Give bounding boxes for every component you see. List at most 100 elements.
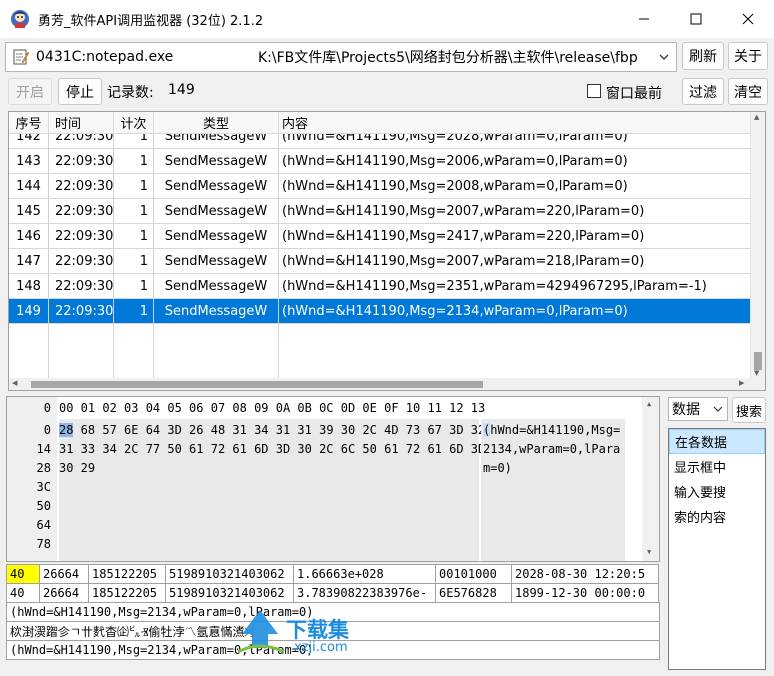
hex-column-header: 00 01 02 03 04 05 06 07 08 09 0A 0B 0C 0…: [59, 401, 486, 415]
vertical-scroll-thumb[interactable]: [754, 352, 762, 370]
grid-cell[interactable]: 1.66663e+028: [293, 564, 436, 584]
grid-row: 40 26664 185122205 5198910321403062 3.78…: [6, 583, 659, 603]
table-row[interactable]: 143 22:09:30 1 SendMessageW (hWnd=&H141190,M…: [9, 149, 751, 174]
table-cell-id: 144: [9, 174, 49, 198]
table-cell-content: (hWnd=&H141190,Msg=2006,wParam=0,lParam=…: [282, 153, 628, 169]
hex-bytes[interactable]: 28 68 57 6E 64 3D 26 48 31 34 31 31 39 3…: [59, 419, 485, 561]
table-cell-type: SendMessageW: [154, 274, 279, 298]
scroll-down-icon[interactable]: ▼: [647, 549, 651, 556]
scroll-up-icon[interactable]: ▲: [647, 401, 651, 408]
column-header-time[interactable]: 时间: [49, 112, 114, 133]
ascii-text: hWnd=&H141190,Msg=2134,wParam=0,lParam=0…: [483, 423, 621, 475]
table-cell-time: 22:09:30: [49, 299, 114, 323]
hex-offset-column: 0 0 14 28 3C 50 64 78: [7, 397, 57, 561]
table-cell-id: 149: [9, 299, 49, 323]
search-mode-select[interactable]: 数据: [668, 397, 728, 421]
hex-ascii-panel[interactable]: (hWnd=&H141190,Msg=2134,wParam=0,lParam=…: [481, 419, 625, 561]
table-cell-id: 145: [9, 199, 49, 223]
maximize-icon: [690, 13, 702, 25]
grid-cell[interactable]: 5198910321403062: [165, 564, 294, 584]
grid-cell[interactable]: 2028-08-30 12:20:5: [511, 564, 659, 584]
table-cell-count: 1: [114, 299, 154, 323]
grid-cell[interactable]: 185122205: [88, 583, 166, 603]
column-header-count[interactable]: 计次: [114, 112, 154, 133]
table-cell-content: (hWnd=&H141190,Msg=2417,wParam=220,lPara…: [282, 228, 645, 244]
hex-offset: 50: [36, 499, 51, 513]
search-button[interactable]: 搜索: [732, 397, 766, 423]
table-cell-count: 1: [114, 199, 154, 223]
table-cell-count: 1: [114, 274, 154, 298]
table-row[interactable]: 146 22:09:30 1 SendMessageW (hWnd=&H141190,M…: [9, 224, 751, 249]
topmost-checkbox[interactable]: [587, 84, 601, 98]
table-cell-type: SendMessageW: [154, 299, 279, 323]
grid-cell[interactable]: 26664: [39, 564, 89, 584]
grid-cell[interactable]: 00101000: [435, 564, 512, 584]
table-cell-id: 148: [9, 274, 49, 298]
process-path: K:\FB文件库\Projects5\网络封包分析器\主软件\release\f…: [258, 50, 638, 66]
column-header-id[interactable]: 序号: [9, 112, 49, 133]
scroll-up-icon[interactable]: ▲: [754, 114, 759, 121]
grid-cell[interactable]: 6E576828: [435, 583, 512, 603]
hex-offset: 3C: [36, 480, 51, 494]
hex-offset: 64: [36, 518, 51, 532]
watermark-subtitle: xzji.com: [294, 640, 348, 655]
about-button[interactable]: 关于: [728, 42, 768, 70]
api-call-table[interactable]: 142 22:09:30 1 SendMessageW (hWnd=&H141190,M…: [8, 111, 766, 391]
grid-cell[interactable]: 26664: [39, 583, 89, 603]
table-cell-content: (hWnd=&H141190,Msg=2134,wParam=0,lParam=…: [282, 303, 628, 319]
process-name: 0431C:notepad.exe: [36, 49, 174, 65]
record-count-label: 记录数:: [107, 85, 154, 101]
table-horizontal-scrollbar[interactable]: ◀ ▶: [9, 378, 765, 390]
table-cell-time: 22:09:30: [49, 249, 114, 273]
search-hint-line: 索的内容: [674, 511, 727, 526]
table-cell-content: (hWnd=&H141190,Msg=2351,wParam=429496729…: [282, 278, 707, 294]
hex-selected-byte[interactable]: 28: [59, 423, 74, 437]
close-icon: [742, 13, 754, 25]
scroll-right-icon[interactable]: ▶: [739, 380, 744, 387]
table-cell-time: 22:09:30: [49, 274, 114, 298]
column-header-content[interactable]: 内容: [279, 112, 751, 133]
grid-cell[interactable]: 185122205: [88, 564, 166, 584]
table-row[interactable]: 145 22:09:30 1 SendMessageW (hWnd=&H141190,M…: [9, 199, 751, 224]
clear-button[interactable]: 清空: [728, 78, 768, 105]
start-button[interactable]: 开启: [8, 78, 52, 105]
hex-vertical-scrollbar[interactable]: ▲ ▼: [642, 397, 659, 561]
table-cell-time: 22:09:30: [49, 174, 114, 198]
hex-offset: 0: [43, 423, 51, 437]
process-select[interactable]: 0431C:notepad.exe K:\FB文件库\Projects5\网络封…: [5, 42, 677, 72]
refresh-button[interactable]: 刷新: [682, 42, 724, 70]
grid-cell[interactable]: 40: [6, 583, 40, 603]
table-row[interactable]: 144 22:09:30 1 SendMessageW (hWnd=&H141190,M…: [9, 174, 751, 199]
search-hint-line: 在各数据: [669, 429, 765, 454]
close-button[interactable]: [722, 0, 774, 38]
table-cell-content: (hWnd=&H141190,Msg=2007,wParam=218,lPara…: [282, 253, 645, 269]
hex-line: 68 57 6E 64 3D 26 48 31 34 31 31 39 30 2…: [73, 423, 486, 437]
hex-viewer[interactable]: 0 0 14 28 3C 50 64 78 00 01 02 03 04 05 …: [6, 396, 660, 562]
scroll-down-icon[interactable]: ▼: [754, 370, 759, 377]
table-cell-id: 143: [9, 149, 49, 173]
chevron-down-icon: [713, 406, 723, 412]
maximize-button[interactable]: [670, 0, 722, 38]
table-cell-type: SendMessageW: [154, 149, 279, 173]
table-row[interactable]: 148 22:09:30 1 SendMessageW (hWnd=&H141190,M…: [9, 274, 751, 299]
search-hint-line: 显示框中: [674, 461, 727, 476]
notepad-icon: [13, 49, 30, 65]
search-input[interactable]: 在各数据 显示框中 输入要搜 索的内容: [668, 428, 766, 670]
minimize-button[interactable]: [618, 0, 670, 38]
scroll-left-icon[interactable]: ◀: [12, 380, 17, 387]
table-row[interactable]: 147 22:09:30 1 SendMessageW (hWnd=&H141190,M…: [9, 249, 751, 274]
hex-line: 31 33 34 2C 77 50 61 72 61 6D 3D 30 2C 6…: [59, 442, 486, 456]
table-vertical-scrollbar[interactable]: ▲ ▼: [750, 112, 765, 380]
stop-button[interactable]: 停止: [58, 78, 102, 105]
grid-cell[interactable]: 5198910321403062: [165, 583, 294, 603]
table-cell-time: 22:09:30: [49, 199, 114, 223]
grid-cell[interactable]: 3.78390822383976e-: [293, 583, 436, 603]
horizontal-scroll-thumb[interactable]: [31, 381, 483, 388]
grid-cell[interactable]: 1899-12-30 00:00:0: [511, 583, 659, 603]
filter-button[interactable]: 过滤: [682, 78, 724, 105]
grid-cell[interactable]: 40: [6, 564, 40, 584]
column-header-type[interactable]: 类型: [154, 112, 279, 133]
table-row[interactable]: 149 22:09:30 1 SendMessageW (hWnd=&H141190,M…: [9, 299, 751, 324]
table-body[interactable]: 142 22:09:30 1 SendMessageW (hWnd=&H141190,M…: [9, 124, 751, 324]
window-title: 勇芳_软件API调用监视器 (32位) 2.1.2: [38, 13, 264, 29]
